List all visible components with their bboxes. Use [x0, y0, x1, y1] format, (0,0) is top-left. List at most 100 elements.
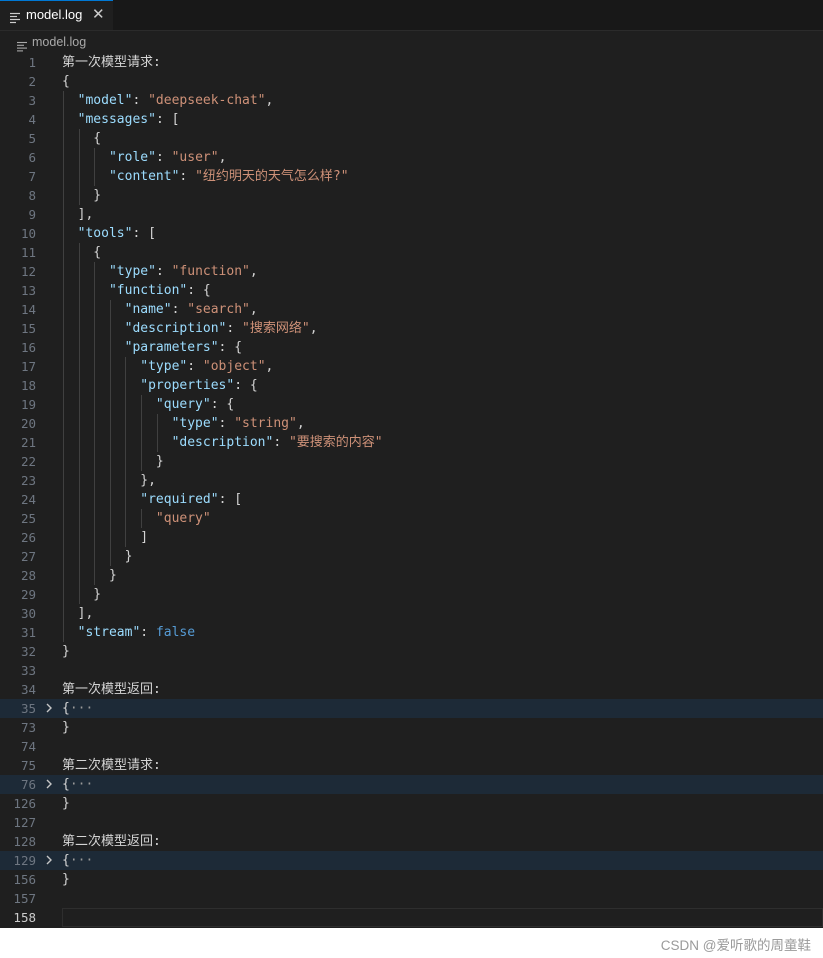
- code-text: {: [62, 130, 101, 147]
- indent-guide: [94, 376, 96, 395]
- indent-guide: [78, 319, 80, 338]
- indent-guide: [94, 395, 96, 414]
- code-line[interactable]: 156}: [0, 870, 823, 889]
- code-line[interactable]: 28 }: [0, 566, 823, 585]
- indent-guide: [63, 490, 64, 509]
- indent-guide: [63, 167, 64, 186]
- breadcrumb-file[interactable]: model.log: [32, 35, 86, 49]
- code-line[interactable]: 32}: [0, 642, 823, 661]
- code-line[interactable]: 2{: [0, 72, 823, 91]
- code-token: :: [226, 321, 243, 336]
- code-line[interactable]: 11 {: [0, 243, 823, 262]
- code-line[interactable]: 26 ]: [0, 528, 823, 547]
- indent-guide: [78, 376, 80, 395]
- code-line[interactable]: 24 "required": [: [0, 490, 823, 509]
- code-line[interactable]: 30 ],: [0, 604, 823, 623]
- code-text: {···: [62, 700, 93, 717]
- code-editor[interactable]: 1 第一次模型请求: 2{3 "model": "deepseek-chat", 4 …: [0, 53, 823, 928]
- code-token: {: [62, 701, 70, 716]
- indent-guide: [94, 300, 96, 319]
- code-text: 第一次模型请求:: [62, 54, 161, 71]
- code-line[interactable]: 23 },: [0, 471, 823, 490]
- code-line[interactable]: 17 "type": "object",: [0, 357, 823, 376]
- indent-guide: [125, 395, 127, 414]
- code-token: {: [62, 245, 102, 260]
- indent-guide: [63, 243, 64, 262]
- code-line[interactable]: 76 {···: [0, 775, 823, 794]
- code-line[interactable]: 126}: [0, 794, 823, 813]
- code-token: : [: [132, 226, 156, 241]
- code-text: }: [62, 548, 133, 565]
- indent-guide: [63, 376, 64, 395]
- code-text: {: [62, 73, 70, 90]
- indent-guide: [141, 509, 142, 528]
- code-line[interactable]: 8 }: [0, 186, 823, 205]
- code-token: : {: [218, 340, 243, 355]
- code-line[interactable]: 4 "messages": [: [0, 110, 823, 129]
- indent-guide: [78, 414, 80, 433]
- code-line[interactable]: 18 "properties": {: [0, 376, 823, 395]
- code-line[interactable]: 7 "content": "纽约明天的天气怎么样?": [0, 167, 823, 186]
- code-line[interactable]: 15 "description": "搜索网络",: [0, 319, 823, 338]
- code-token: : [: [155, 112, 180, 127]
- close-icon[interactable]: ✕: [92, 5, 105, 23]
- indent-guide: [78, 566, 80, 585]
- code-line[interactable]: 19 "query": {: [0, 395, 823, 414]
- code-line[interactable]: 21 "description": "要搜索的内容": [0, 433, 823, 452]
- code-token: }: [62, 549, 133, 564]
- chevron-right-icon[interactable]: [44, 776, 56, 793]
- code-token: "description": [171, 435, 274, 450]
- indent-guide: [63, 319, 64, 338]
- indent-guide: [94, 547, 96, 566]
- code-line[interactable]: 75 第二次模型请求:: [0, 756, 823, 775]
- code-line[interactable]: 127: [0, 813, 823, 832]
- chevron-right-icon[interactable]: [44, 700, 56, 717]
- code-line[interactable]: 12 "type": "function",: [0, 262, 823, 281]
- line-number: 76: [20, 777, 36, 792]
- code-line[interactable]: 9 ],: [0, 205, 823, 224]
- code-line[interactable]: 128 第二次模型返回:: [0, 832, 823, 851]
- code-line[interactable]: 13 "function": {: [0, 281, 823, 300]
- code-line[interactable]: 10 "tools": [: [0, 224, 823, 243]
- line-number: 4: [28, 112, 36, 127]
- chevron-right-icon[interactable]: [44, 852, 56, 869]
- indent-guide: [78, 281, 80, 300]
- code-line[interactable]: 73}: [0, 718, 823, 737]
- code-line[interactable]: 5 {: [0, 129, 823, 148]
- code-line[interactable]: 1 第一次模型请求:: [0, 53, 823, 72]
- code-line[interactable]: 34 第一次模型返回:: [0, 680, 823, 699]
- indent-guide: [78, 243, 80, 262]
- code-text: "properties": {: [62, 377, 257, 394]
- code-token: "纽约明天的天气怎么样?": [195, 169, 349, 184]
- code-line[interactable]: 129 {···: [0, 851, 823, 870]
- indent-guide: [63, 414, 64, 433]
- code-line[interactable]: 33: [0, 661, 823, 680]
- code-line[interactable]: 20 "type": "string",: [0, 414, 823, 433]
- code-line[interactable]: 25 "query": [0, 509, 823, 528]
- code-line[interactable]: 16 "parameters": {: [0, 338, 823, 357]
- code-line[interactable]: 14 "name": "search",: [0, 300, 823, 319]
- code-token: }: [62, 587, 102, 602]
- code-line[interactable]: 22 }: [0, 452, 823, 471]
- code-token: ,: [296, 416, 305, 431]
- code-line[interactable]: 35 {···: [0, 699, 823, 718]
- line-number: 19: [20, 397, 36, 412]
- indent-guide: [63, 357, 64, 376]
- code-line[interactable]: 31 "stream": false: [0, 623, 823, 642]
- code-text: "messages": [: [62, 111, 180, 128]
- code-token: }: [62, 188, 102, 203]
- tab-model-log[interactable]: model.log ✕: [0, 0, 113, 30]
- code-line[interactable]: 3 "model": "deepseek-chat",: [0, 91, 823, 110]
- code-line[interactable]: 6 "role": "user",: [0, 148, 823, 167]
- code-line[interactable]: 157: [0, 889, 823, 908]
- line-number: 5: [28, 131, 36, 146]
- code-line[interactable]: 74: [0, 737, 823, 756]
- code-text: {···: [62, 852, 93, 869]
- code-line[interactable]: 29 }: [0, 585, 823, 604]
- code-line[interactable]: 158: [0, 908, 823, 927]
- code-line[interactable]: 27 }: [0, 547, 823, 566]
- code-token: "role": [108, 150, 156, 165]
- code-text: }: [62, 567, 117, 584]
